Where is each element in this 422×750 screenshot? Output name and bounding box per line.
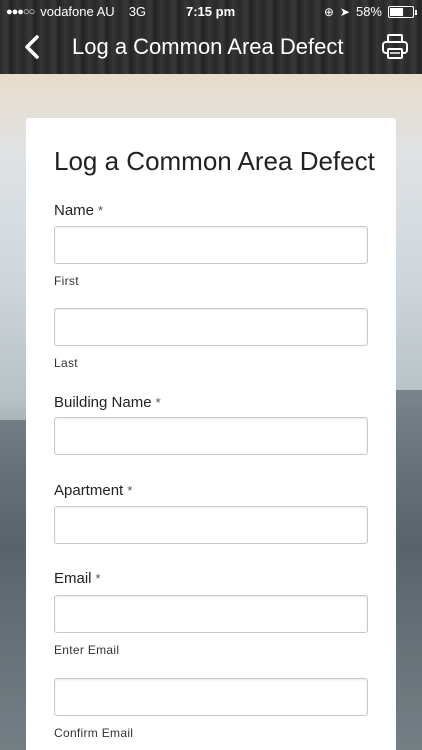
name-label: Name * [54,202,103,219]
email-label-text: Email [54,570,92,587]
battery-fill [390,7,403,16]
apartment-label-text: Apartment [54,482,124,499]
navigation-bar: Log a Common Area Defect [0,24,422,72]
building-name-input[interactable] [54,417,368,455]
carrier-name: vodafone AU [40,4,115,19]
name-label-text: Name [54,202,95,219]
building-shape [396,390,422,750]
apartment-label: Apartment * [54,482,132,499]
nav-title: Log a Common Area Defect [72,34,344,59]
printer-icon[interactable] [380,32,410,62]
confirm-email-sublabel: Confirm Email [54,726,134,740]
form-title: Log a Common Area Defect [54,146,375,176]
required-mark: * [95,571,101,586]
required-mark: * [98,203,104,218]
chevron-left-icon[interactable] [18,32,48,62]
battery-percent: 58% [355,4,382,19]
building-name-label: Building Name * [54,394,161,411]
confirm-email-input[interactable] [54,678,368,716]
building-shape [0,420,28,750]
email-label: Email * [54,570,101,587]
apartment-input[interactable] [54,506,368,544]
last-name-input[interactable] [54,308,368,346]
clock: 7:15 pm [186,4,236,19]
defect-form-card: Log a Common Area Defect Name * First Las… [26,118,396,750]
building-label-text: Building Name [54,394,152,411]
battery-icon [388,5,417,18]
enter-email-sublabel: Enter Email [54,643,120,657]
location-arrow-icon: ➤ [339,4,350,19]
required-mark: * [127,483,133,498]
rotation-lock-icon: ⊕ [323,4,334,19]
first-name-input[interactable] [54,226,368,264]
email-input[interactable] [54,595,368,633]
required-mark: * [155,395,161,410]
network-type: 3G [128,4,147,19]
last-sublabel: Last [54,356,78,370]
header-bar: ●●●○○ vodafone AU 3G 7:15 pm ⊕ ➤ 58% Log… [0,0,422,74]
first-sublabel: First [54,274,79,288]
status-bar: ●●●○○ vodafone AU 3G 7:15 pm ⊕ ➤ 58% [0,4,422,22]
signal-strength-icon: ●●●○○ [6,5,35,18]
